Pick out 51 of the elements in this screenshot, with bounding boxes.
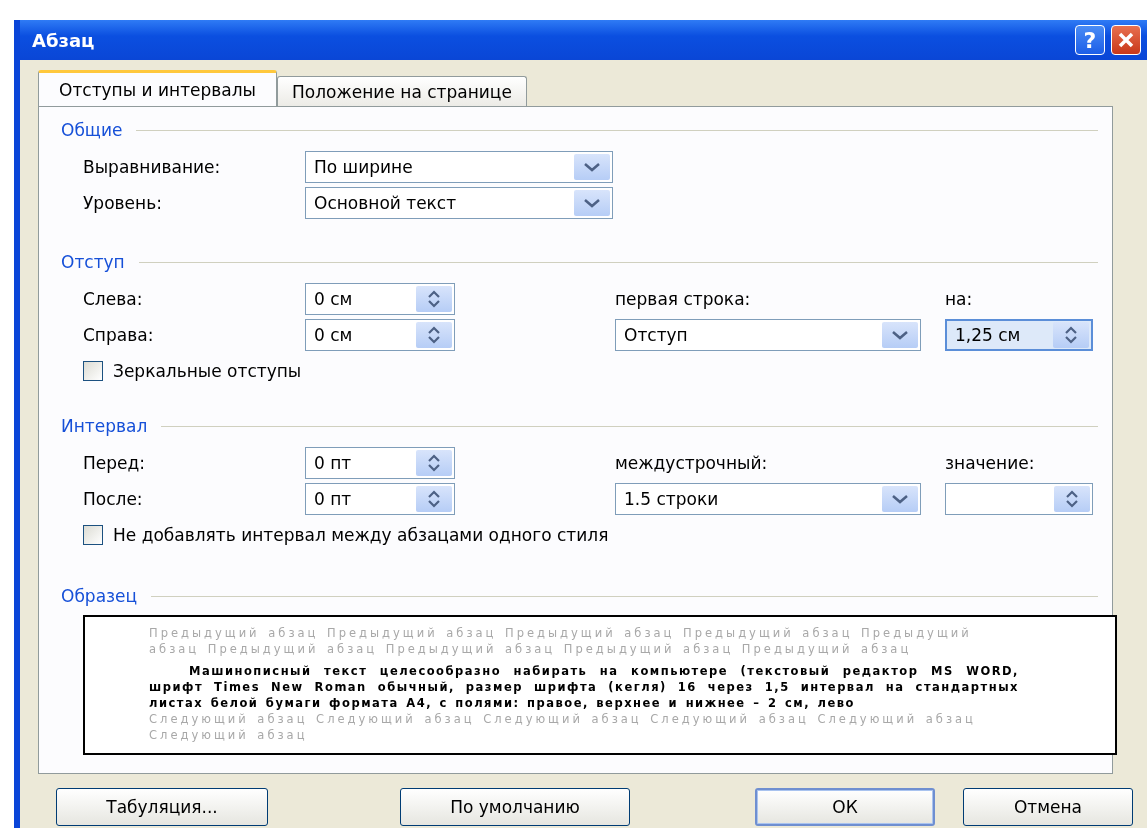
checkbox[interactable] [83,525,103,545]
field-label: Слева: [83,289,144,309]
spin-field[interactable]: 0 пт [305,447,455,479]
field-label: на: [945,289,973,309]
field-label: Выравнивание: [83,157,222,177]
preview-sample-text: Машинописный текст целесообразно набирать на компьютере (текстовый редактор MS WORD, шрифт Times New Roman обычный, размер шрифта (кегля) 16 через 1,5 интервал на стандартных листах белой бумаги формата A4, с полями: правое, верхнее и нижнее – 2 см, лево [149,663,1019,711]
field-label: первая строка: [615,289,752,309]
help-button[interactable]: ? [1075,25,1105,55]
spin-field[interactable]: 0 пт [305,483,455,515]
checkbox[interactable] [83,361,103,381]
section-heading: Общие [61,120,123,140]
spin-arrows-icon [416,322,452,348]
spin-field[interactable] [945,483,1093,515]
chevron-down-icon [882,486,918,512]
checkbox-label: Зеркальные отступы [113,361,302,381]
dialog-button[interactable]: ОК [755,788,935,826]
preview-previous-text: Предыдущий абзац Предыдущий абзац Предыдущий абзац Предыдущий абзац Предыдущий абзац Предыдущий абзац Предыдущий абзац Предыдущий абзац Предыдущий абзац [149,625,973,657]
close-button[interactable] [1111,25,1141,55]
window-title: Абзац [32,29,96,51]
preview-next-text: Следующий абзац Следующий абзац Следующий абзац Следующий абзац Следующий абзац Следующий абзац [149,711,977,743]
spin-arrows-icon [416,486,452,512]
chevron-down-icon [574,190,610,216]
checkbox-label: Не добавлять интервал между абзацами одного стиля [113,525,609,545]
dialog-button[interactable]: Табуляция... [56,788,268,826]
chevron-down-icon [882,322,918,348]
dialog-button[interactable]: По умолчанию [400,788,630,826]
section-heading: Интервал [61,416,148,436]
field-label: значение: [945,453,1035,473]
section-heading: Образец [61,586,138,606]
spin-field[interactable]: 0 см [305,319,455,351]
spin-arrows-icon [1053,322,1089,348]
field-label: Справа: [83,325,155,345]
field-label: После: [83,489,144,509]
spin-arrows-icon [416,450,452,476]
dropdown[interactable]: Основной текст [305,187,613,219]
dropdown[interactable]: Отступ [615,319,921,351]
dropdown[interactable]: По ширине [305,151,613,183]
chevron-down-icon [574,154,610,180]
dialog-button[interactable]: Отмена [963,788,1133,826]
field-label: Перед: [83,453,146,473]
field-label: междустрочный: [615,453,769,473]
spin-arrows-icon [416,286,452,312]
spin-field[interactable]: 1,25 см [945,319,1093,351]
field-label: Уровень: [83,193,163,213]
spin-arrows-icon [1054,486,1090,512]
tab[interactable]: Отступы и интервалы [38,70,278,106]
tab[interactable]: Положение на странице [277,76,527,106]
section-heading: Отступ [61,252,125,272]
spin-field[interactable]: 0 см [305,283,455,315]
close-icon [1116,30,1136,50]
dropdown[interactable]: 1.5 строки [615,483,921,515]
